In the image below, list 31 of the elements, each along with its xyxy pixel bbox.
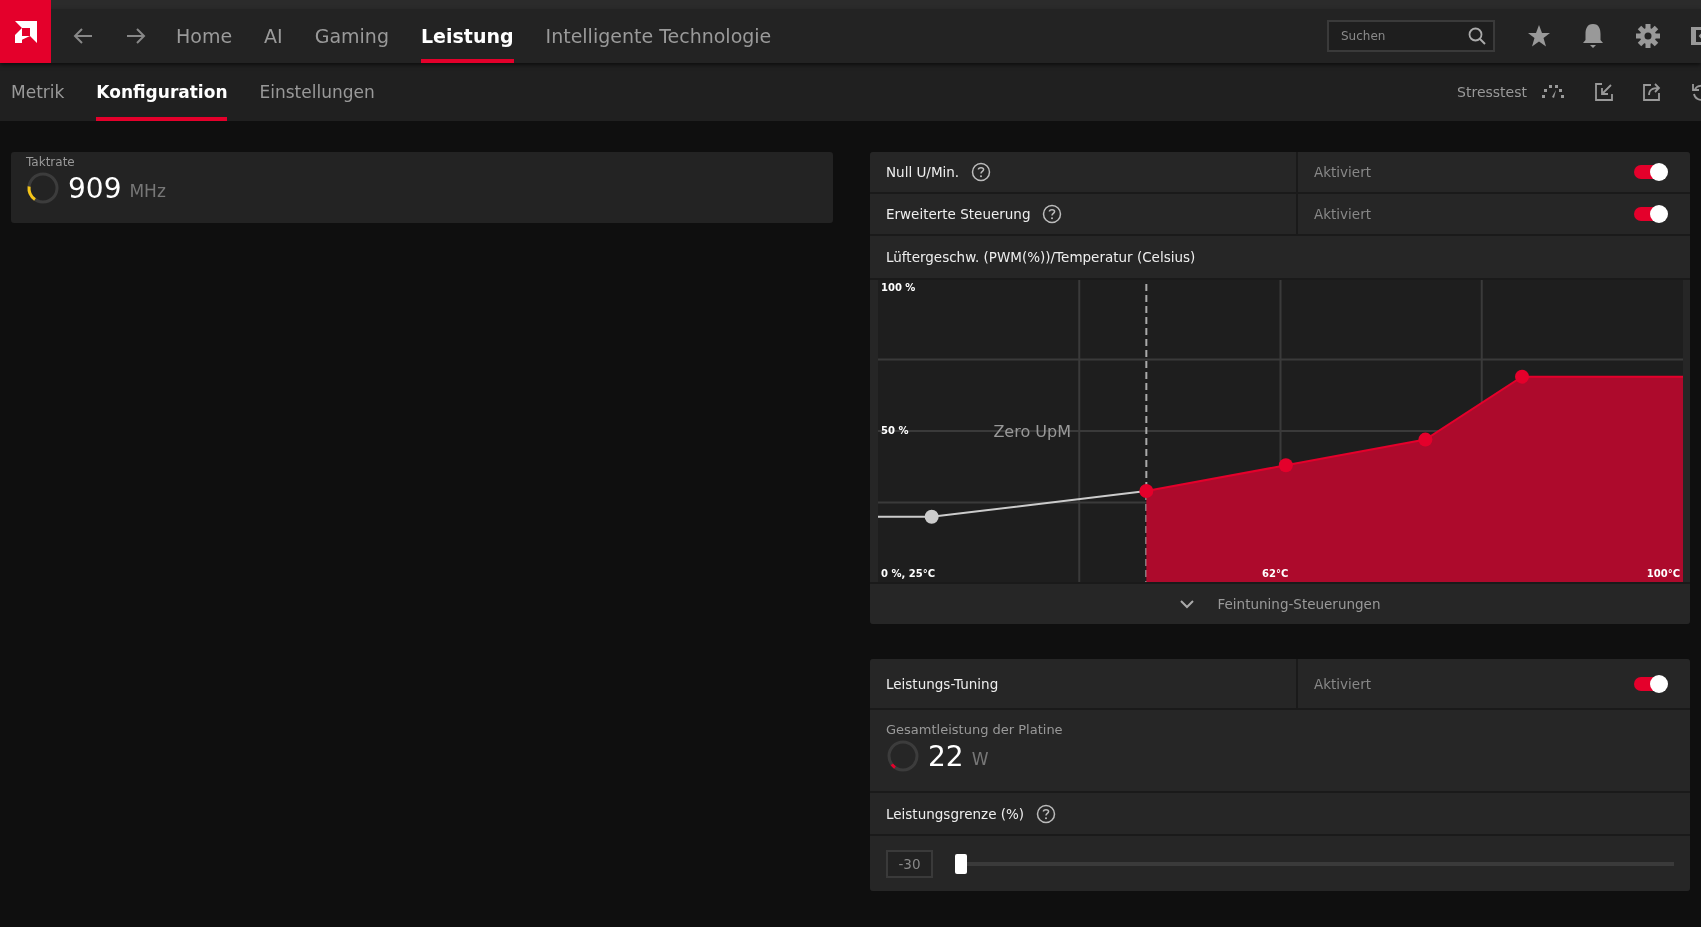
axis-label: 100°C	[1646, 568, 1680, 579]
unit-label: MHz	[129, 181, 166, 201]
chart-title: Lüftergeschw. (PWM(%))/Temperatur (Celsius)	[886, 249, 1196, 265]
stresstest-button[interactable]: Stresstest	[1457, 84, 1565, 100]
clock-value: 909	[68, 171, 122, 205]
card-title: Taktrate	[26, 155, 76, 169]
sub-tab[interactable]: Metrik	[11, 63, 65, 121]
axis-label: 62°C	[1262, 568, 1289, 579]
sub-tab[interactable]: Einstellungen	[259, 63, 375, 121]
value-field[interactable]: -30	[886, 849, 933, 878]
setting-label: Leistungsgrenze (%)	[886, 805, 1025, 822]
unit-label: W	[971, 749, 989, 769]
status-text: Aktiviert	[1314, 164, 1371, 180]
nav-tab[interactable]: Intelligente Technologie	[545, 9, 772, 63]
nav-tab[interactable]: Home	[176, 9, 233, 63]
sub-tab[interactable]: Konfiguration	[96, 63, 228, 121]
setting-label: Leistungs-Tuning	[886, 675, 999, 692]
setting-label: Null U/Min.	[886, 164, 960, 180]
search-field[interactable]: Suchen	[1327, 20, 1495, 52]
nav-tab[interactable]: Gaming	[314, 9, 389, 63]
status-text: Aktiviert	[1314, 675, 1371, 692]
axis-label: 0 %, 25°C	[881, 568, 935, 579]
status-text: Aktiviert	[1314, 206, 1371, 222]
power-value: 22	[928, 739, 964, 773]
axis-label: 100 %	[881, 282, 916, 293]
zero-rpm-label: Zero UpM	[993, 422, 1071, 441]
power-label: Gesamtleistung der Platine	[886, 722, 1064, 737]
nav-tab[interactable]: AI	[264, 9, 283, 63]
axis-label: 50 %	[881, 425, 909, 436]
fine-tuning-expander[interactable]: Feintuning-Steuerungen	[870, 584, 1690, 624]
setting-label: Erweiterte Steuerung	[886, 206, 1031, 222]
